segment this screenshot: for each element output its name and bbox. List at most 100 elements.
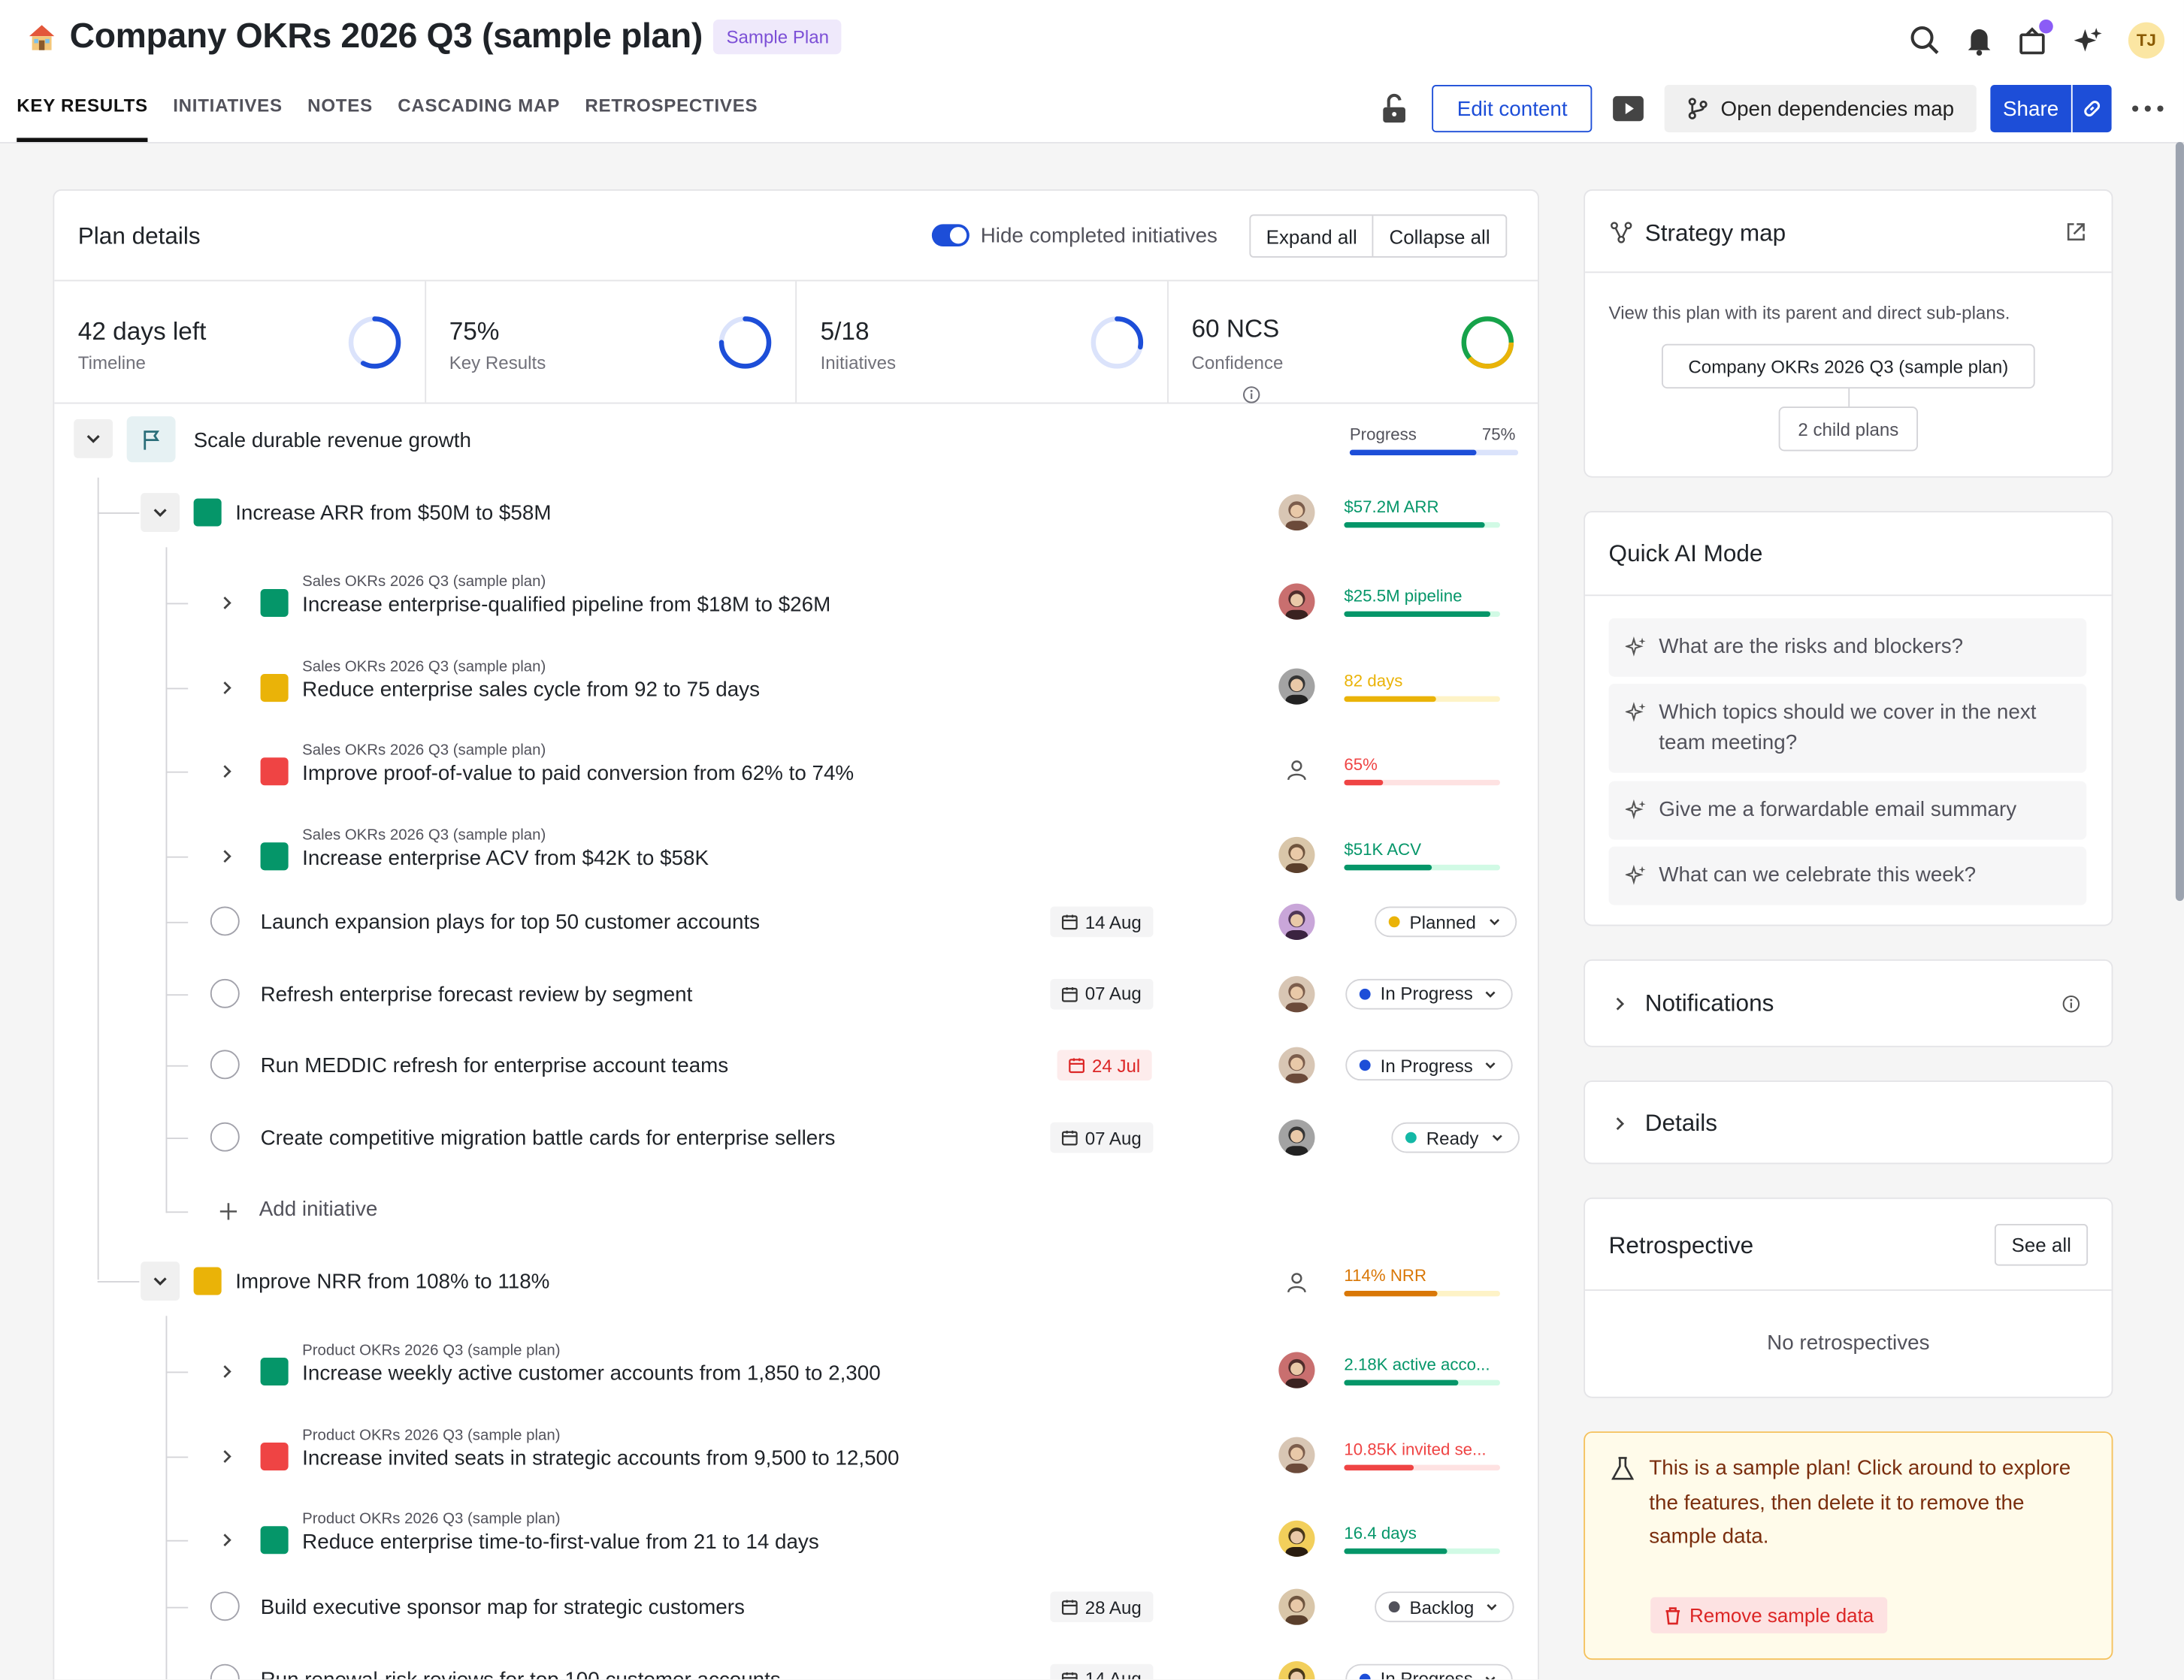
owner-avatar[interactable] [1278,494,1315,531]
expand-chevron-icon[interactable] [219,848,235,864]
sub-kr-title[interactable]: Improve proof-of-value to paid conversio… [302,762,854,786]
expand-chevron-icon[interactable] [219,678,235,695]
collapse-all-button[interactable]: Collapse all [1372,216,1505,257]
expand-chevron-icon[interactable] [219,763,235,780]
expand-chevron-icon[interactable] [219,1532,235,1549]
details-panel[interactable]: Details [1584,1080,2113,1165]
info-icon[interactable] [2061,994,2081,1014]
sub-kr-title[interactable]: Increase enterprise ACV from $42K to $58… [302,846,709,870]
ai-prompt-text: What are the risks and blockers? [1659,635,1964,659]
sub-kr-title[interactable]: Reduce enterprise time-to-first-value fr… [302,1530,819,1555]
child-plans-node[interactable]: 2 child plans [1778,406,1918,452]
owner-avatar[interactable] [1278,1352,1315,1388]
ai-prompt-suggestion[interactable]: Give me a forwardable email summary [1608,781,2087,840]
initiative-complete-checkbox[interactable] [210,1663,240,1680]
tab-cascading-map[interactable]: CASCADING MAP [398,95,560,142]
tree-connector [165,1371,189,1373]
status-label: Planned [1409,911,1476,932]
owner-avatar[interactable] [1278,903,1315,940]
status-dropdown[interactable]: Backlog [1375,1591,1515,1623]
owner-avatar[interactable] [1278,1119,1315,1156]
sub-kr-status-square [260,1442,289,1470]
expand-chevron-icon[interactable] [219,594,235,611]
ai-sparkle-icon[interactable] [2067,20,2109,62]
notifications-panel[interactable]: Notifications [1584,959,2113,1047]
status-dropdown[interactable]: In Progress [1345,1663,1514,1680]
info-icon[interactable] [1243,385,1261,403]
initiative-complete-checkbox[interactable] [210,1122,240,1152]
more-options-icon[interactable] [2131,103,2164,114]
status-dropdown[interactable]: Ready [1391,1122,1520,1153]
owner-avatar[interactable] [1278,1436,1315,1473]
owner-avatar[interactable] [1278,835,1315,873]
tab-key-results[interactable]: KEY RESULTS [17,95,149,143]
search-icon[interactable] [1904,20,1946,62]
owner-avatar[interactable] [1278,583,1315,620]
initiative-title[interactable]: Build executive sponsor map for strategi… [261,1596,745,1620]
unassigned-user-icon[interactable] [1286,1271,1308,1294]
owner-avatar[interactable] [1278,1047,1315,1084]
initiative-title[interactable]: Run renewal-risk reviews for top 100 cus… [261,1668,781,1679]
share-button[interactable]: Share [1990,85,2071,133]
initiative-complete-checkbox[interactable] [210,1591,240,1621]
see-all-button[interactable]: See all [1995,1224,2089,1266]
due-date-chip[interactable]: 24 Jul [1057,1050,1152,1081]
initiative-title[interactable]: Launch expansion plays for top 50 custom… [261,911,761,935]
chevron-down-icon[interactable] [83,429,103,449]
initiative-title[interactable]: Run MEDDIC refresh for enterprise accoun… [261,1055,729,1079]
due-date-chip[interactable]: 07 Aug [1050,978,1153,1010]
remove-sample-data-button[interactable]: Remove sample data [1650,1597,1888,1633]
objective-title[interactable]: Scale durable revenue growth [194,429,471,453]
expand-chevron-icon[interactable] [219,1448,235,1464]
copy-link-button[interactable] [2072,85,2112,133]
sparkle-icon [1625,865,1646,885]
user-avatar[interactable]: TJ [2128,22,2165,59]
unassigned-user-icon[interactable] [1286,759,1308,781]
whats-new-icon[interactable] [2013,19,2055,62]
owner-avatar[interactable] [1278,1588,1315,1625]
owner-avatar[interactable] [1278,1520,1315,1557]
kr-title[interactable]: Increase ARR from $50M to $58M [235,501,551,525]
initiative-title[interactable]: Create competitive migration battle card… [261,1126,836,1150]
open-external-icon[interactable] [2065,222,2086,243]
due-date-chip[interactable]: 14 Aug [1050,1663,1153,1680]
initiative-complete-checkbox[interactable] [210,978,240,1008]
status-dropdown[interactable]: In Progress [1345,978,1514,1010]
add-initiative-button[interactable]: Add initiative [259,1198,378,1222]
expand-all-button[interactable]: Expand all [1251,216,1372,256]
initiative-complete-checkbox[interactable] [210,906,240,936]
owner-avatar[interactable] [1278,975,1315,1012]
sub-kr-title[interactable]: Increase enterprise-qualified pipeline f… [302,594,830,618]
ai-prompt-suggestion[interactable]: What are the risks and blockers? [1608,618,2087,677]
current-plan-node[interactable]: Company OKRs 2026 Q3 (sample plan) [1661,343,2035,389]
tab-initiatives[interactable]: INITIATIVES [173,95,283,142]
owner-avatar[interactable] [1278,667,1315,704]
due-date-chip[interactable]: 14 Aug [1050,906,1153,938]
unlock-icon[interactable] [1379,93,1410,124]
sub-kr-title[interactable]: Increase weekly active customer accounts… [302,1362,881,1386]
tab-notes[interactable]: NOTES [307,95,373,142]
due-date-chip[interactable]: 28 Aug [1050,1591,1153,1623]
ai-prompt-suggestion[interactable]: What can we celebrate this week? [1608,846,2087,905]
due-date-chip[interactable]: 07 Aug [1050,1122,1153,1153]
open-dependencies-map-button[interactable]: Open dependencies map [1665,85,1977,133]
edit-content-button[interactable]: Edit content [1432,85,1593,133]
page-scrollbar[interactable] [2175,142,2184,902]
bell-icon[interactable] [1959,20,2001,62]
hide-completed-toggle[interactable] [931,224,969,247]
chevron-down-icon[interactable] [150,503,170,522]
sub-kr-title[interactable]: Increase invited seats in strategic acco… [302,1446,899,1470]
sub-kr-title[interactable]: Reduce enterprise sales cycle from 92 to… [302,678,760,702]
status-dropdown[interactable]: Planned [1375,906,1517,938]
initiative-title[interactable]: Refresh enterprise forecast review by se… [261,983,693,1007]
play-video-icon[interactable] [1612,93,1645,124]
initiative-complete-checkbox[interactable] [210,1050,240,1080]
ai-prompt-suggestion[interactable]: Which topics should we cover in the next… [1608,683,2087,773]
tab-retrospectives[interactable]: RETROSPECTIVES [585,95,758,142]
plus-icon[interactable] [219,1201,238,1221]
owner-avatar[interactable] [1278,1660,1315,1680]
status-dropdown[interactable]: In Progress [1345,1050,1514,1081]
expand-chevron-icon[interactable] [219,1363,235,1379]
chevron-down-icon[interactable] [150,1271,170,1291]
kr-title[interactable]: Improve NRR from 108% to 118% [235,1270,549,1294]
